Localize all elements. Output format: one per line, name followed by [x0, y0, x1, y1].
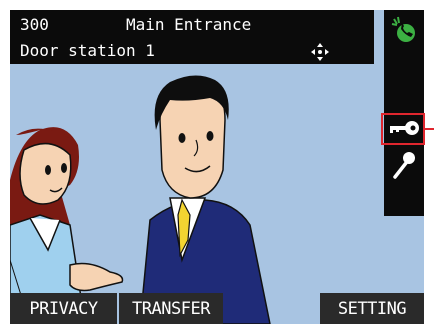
- intercom-monitor-screen: 300 Main Entrance Door station 1 PRIVACY…: [0, 0, 434, 324]
- call-status-button[interactable]: [384, 12, 424, 52]
- microphone-button[interactable]: [384, 146, 424, 186]
- unit-name: Main Entrance: [126, 15, 252, 34]
- door-station-info-bar: 300 Main Entrance Door station 1: [10, 10, 374, 64]
- transfer-button[interactable]: TRANSFER: [119, 293, 223, 324]
- microphone-icon: [391, 147, 417, 185]
- move-arrows-icon[interactable]: [310, 42, 330, 62]
- door-release-highlight: [381, 113, 425, 145]
- callout-line: [425, 128, 434, 130]
- station-name: Door station 1: [20, 41, 155, 60]
- bottom-button-bar: PRIVACY TRANSFER SETTING: [10, 293, 424, 324]
- privacy-button[interactable]: PRIVACY: [10, 293, 117, 324]
- setting-button[interactable]: SETTING: [320, 293, 424, 324]
- call-status-icon: [389, 15, 419, 49]
- unit-number: 300: [20, 15, 49, 34]
- visitor-man-illustration: [139, 75, 271, 324]
